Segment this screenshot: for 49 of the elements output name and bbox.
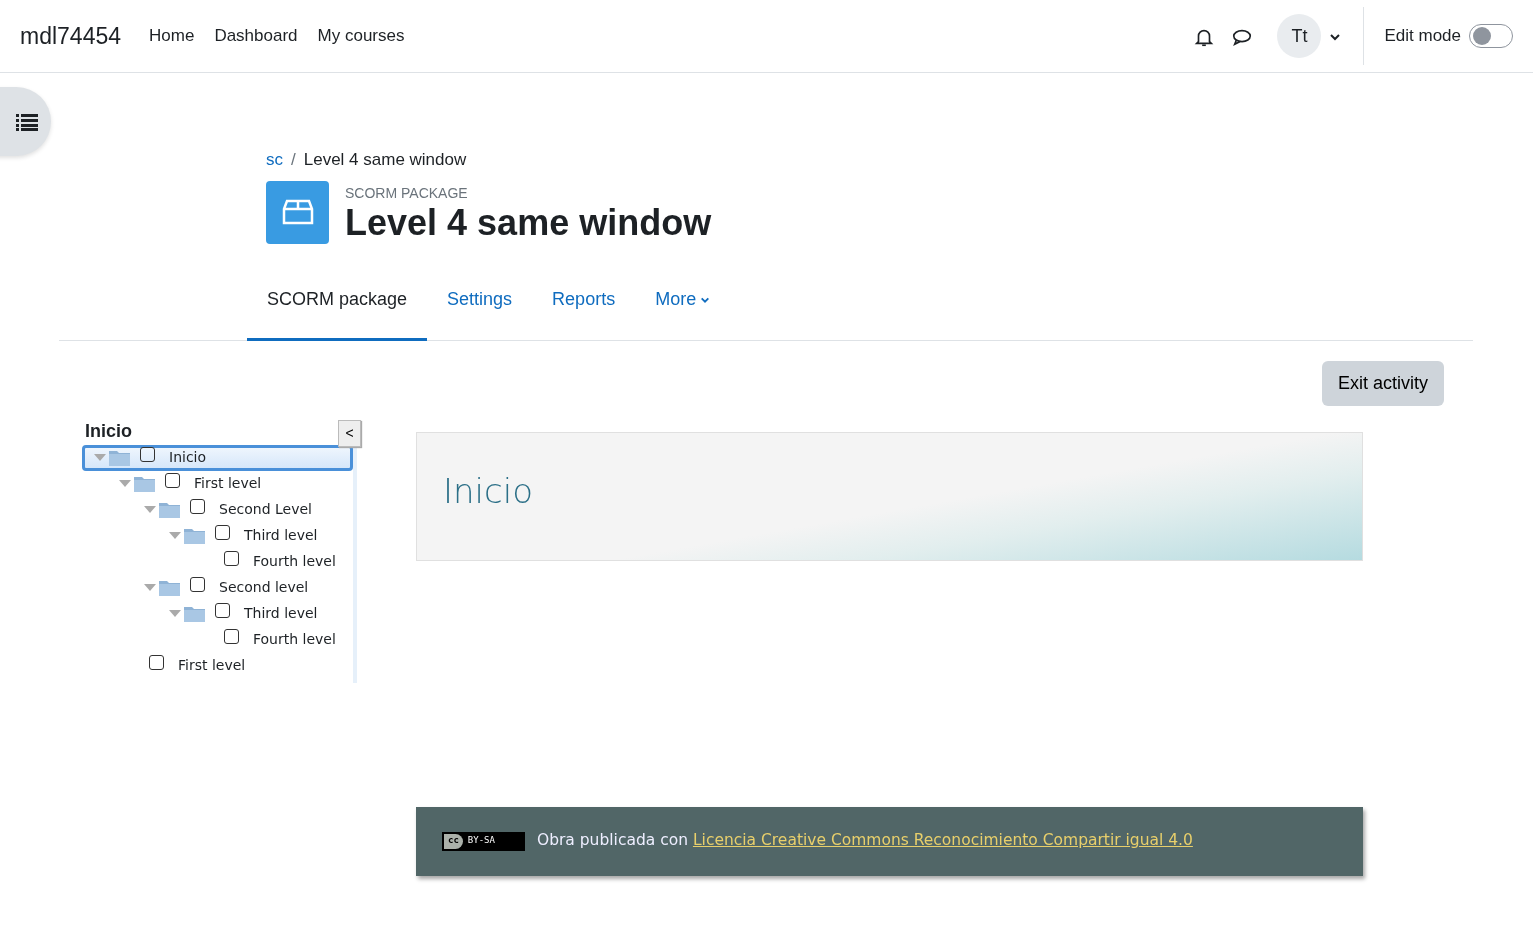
tree-item[interactable]: Inicio (82, 444, 353, 471)
breadcrumb-current: Level 4 same window (303, 149, 467, 171)
page-title: Level 4 same window (345, 203, 712, 242)
tree-item[interactable]: First level (85, 652, 353, 679)
checkbox[interactable] (215, 603, 230, 618)
checkbox[interactable] (224, 551, 239, 566)
toc-title: Inicio (85, 419, 132, 443)
folder-icon (184, 527, 205, 544)
checkbox[interactable] (190, 577, 205, 592)
tree-item[interactable]: Third level (85, 522, 353, 549)
list-icon (15, 113, 38, 132)
checkbox[interactable] (215, 525, 230, 540)
license-link[interactable]: Licencia Creative Commons Reconocimiento Compartir igual 4.0 (692, 831, 1193, 850)
checkbox[interactable] (140, 447, 155, 462)
tree-item[interactable]: Third level (85, 600, 353, 627)
nav-link[interactable]: Dashboard (214, 23, 298, 49)
edit-mode-label: Edit mode (1384, 25, 1461, 48)
license-badge: cc BY-SA (442, 831, 525, 851)
breadcrumb-link[interactable]: sc (266, 147, 283, 173)
tree-item[interactable]: Fourth level (85, 626, 353, 653)
activity-type-label: SCORM PACKAGE (345, 183, 469, 203)
content-heading: Inicio (443, 470, 534, 512)
tree-item[interactable]: Second Level (85, 496, 353, 523)
tab[interactable]: Reports (532, 273, 636, 341)
tree-item[interactable]: Second level (85, 574, 353, 601)
checkbox[interactable] (165, 473, 180, 488)
license-text: Obra publicada con Licencia Creative Commons Reconocimiento Compartir igual 4.0 (536, 830, 1193, 852)
checkbox[interactable] (224, 629, 239, 644)
folder-icon (159, 579, 180, 596)
nav-link[interactable]: My courses (317, 23, 405, 49)
checkbox[interactable] (190, 499, 205, 514)
nav-link[interactable]: Home (149, 23, 195, 49)
folder-icon (184, 605, 205, 622)
folder-icon (134, 475, 155, 492)
checkbox[interactable] (149, 655, 164, 670)
site-name[interactable]: mdl74454 (20, 18, 122, 54)
tree-item[interactable]: Fourth level (85, 548, 353, 575)
tab[interactable]: More (635, 273, 731, 341)
tab[interactable]: SCORM package (247, 273, 428, 341)
tree-item[interactable]: First level (85, 470, 353, 497)
course-index-toggle[interactable] (0, 87, 51, 156)
package-box-icon (266, 180, 329, 244)
folder-icon (109, 449, 130, 466)
breadcrumb-separator: / (291, 149, 296, 171)
tab[interactable]: Settings (427, 273, 533, 341)
collapse-button[interactable]: < (338, 419, 361, 447)
user-avatar[interactable]: Tt (1277, 14, 1322, 58)
folder-icon (159, 501, 180, 518)
exit-activity-button[interactable]: Exit activity (1321, 360, 1444, 406)
